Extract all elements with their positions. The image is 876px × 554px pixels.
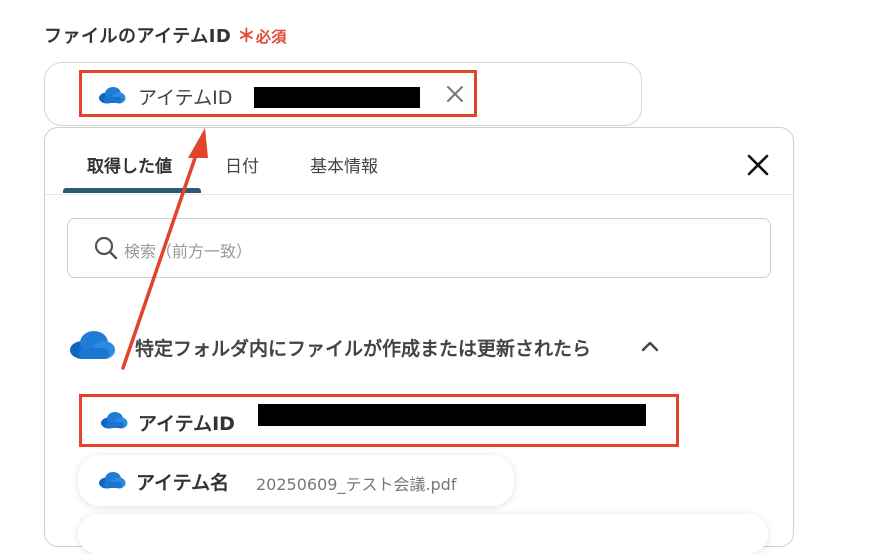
onedrive-cloud-icon bbox=[101, 412, 128, 429]
field-label-text: ファイルのアイテムID bbox=[44, 26, 232, 47]
item-label: アイテム名 bbox=[136, 472, 230, 494]
redacted-value bbox=[258, 404, 646, 426]
field-label: ファイルのアイテムID ＊必須 bbox=[44, 22, 287, 48]
tab-basic-info[interactable]: 基本情報 bbox=[310, 152, 378, 177]
onedrive-cloud-icon bbox=[99, 87, 126, 104]
item-value: 20250609_テスト会議.pdf bbox=[256, 475, 457, 494]
selected-value-chip[interactable]: アイテムID bbox=[79, 70, 477, 117]
list-item-item-name[interactable]: アイテム名 20250609_テスト会議.pdf bbox=[78, 455, 514, 506]
chip-remove-icon[interactable] bbox=[444, 83, 466, 105]
group-title: 特定フォルダ内にファイルが作成または更新されたら bbox=[135, 338, 592, 360]
item-label: アイテムID bbox=[138, 413, 235, 435]
tab-bar: 取得した値 日付 基本情報 bbox=[45, 128, 793, 195]
required-text: 必須 bbox=[255, 28, 287, 46]
list-item[interactable] bbox=[78, 514, 768, 554]
search-input[interactable]: 検索（前方一致） bbox=[67, 218, 771, 278]
required-star: ＊ bbox=[237, 26, 256, 47]
onedrive-cloud-icon bbox=[70, 331, 115, 359]
tab-retrieved-values[interactable]: 取得した値 bbox=[87, 152, 172, 177]
active-tab-indicator bbox=[63, 188, 201, 193]
chip-label: アイテムID bbox=[138, 87, 233, 109]
onedrive-cloud-icon bbox=[99, 472, 126, 489]
redacted-value bbox=[254, 87, 420, 108]
close-icon[interactable] bbox=[745, 152, 771, 178]
search-placeholder: 検索（前方一致） bbox=[124, 242, 253, 261]
trigger-group-header[interactable]: 特定フォルダ内にファイルが作成または更新されたら bbox=[69, 326, 769, 366]
tab-date[interactable]: 日付 bbox=[225, 152, 259, 177]
chevron-up-icon[interactable] bbox=[641, 340, 659, 352]
search-icon bbox=[94, 236, 118, 260]
